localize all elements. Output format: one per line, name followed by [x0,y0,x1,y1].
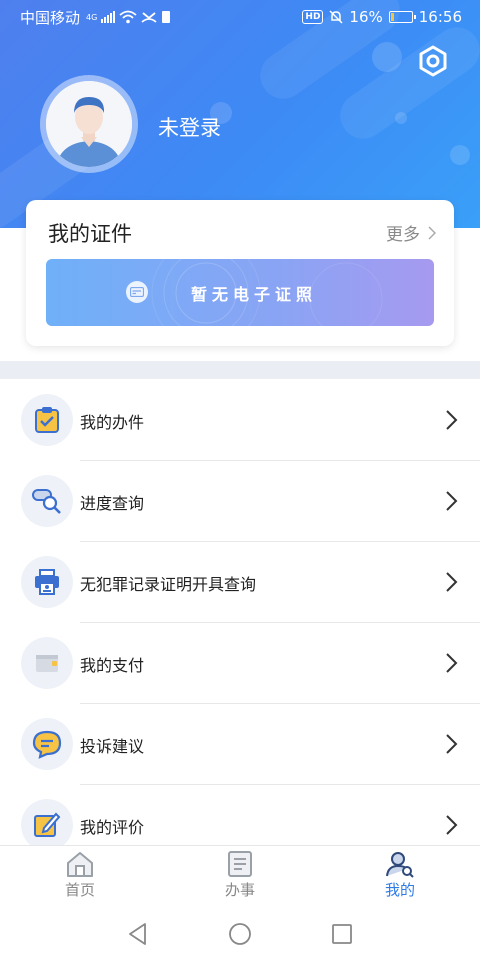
bottom-navigation: 首页 办事 我的 [0,845,480,909]
menu-item-my-cases[interactable]: 我的办件 [0,380,480,461]
chevron-right-icon [446,410,458,430]
chat-bubble-icon [21,718,73,770]
user-avatar-icon [46,81,132,167]
menu-item-label: 我的评价 [80,818,145,837]
decor-bubble [450,145,470,165]
chevron-right-icon [446,734,458,754]
recent-apps-icon[interactable] [329,921,355,947]
settings-button[interactable] [414,42,452,80]
chevron-right-icon [428,225,436,240]
signal-icon [101,11,116,23]
home-circle-icon[interactable] [227,921,253,947]
sim-card-icon [162,11,171,23]
wifi-icon [119,10,137,24]
home-icon [67,852,93,877]
certificates-more-link[interactable]: 更多 [386,220,436,245]
decor-bubble [395,112,407,124]
back-icon[interactable] [125,921,151,947]
section-divider [0,361,480,379]
tab-label: 首页 [64,881,95,899]
menu-item-label: 我的支付 [80,656,145,675]
tab-mine[interactable]: 我的 [320,846,480,909]
tab-services[interactable]: 办事 [160,846,320,909]
more-label: 更多 [386,225,420,245]
menu-item-complaints[interactable]: 投诉建议 [0,704,480,785]
decor-bubble [372,42,402,72]
no-certificate-banner[interactable]: 暂无电子证照 [46,259,434,326]
wallet-icon [21,637,73,689]
carrier-name: 中国移动 [20,8,81,27]
menu-item-label: 进度查询 [80,494,145,513]
id-card-icon [126,281,148,303]
tab-home[interactable]: 首页 [0,846,160,909]
avatar-image [46,81,132,167]
search-progress-icon [21,475,73,527]
missed-call-icon [141,12,157,23]
battery-percent: 16% [349,8,383,26]
chevron-right-icon [446,815,458,835]
clipboard-check-icon [21,394,73,446]
tab-label: 我的 [384,881,415,899]
system-navigation-bar [0,909,480,960]
service-menu-list: 我的办件 进度查询 无犯罪记录证明开具查询 我的支付 投诉建议 我的评价 [0,380,480,866]
chevron-right-icon [446,572,458,592]
my-certificates-card: 我的证件 更多 暂无电子证照 [26,200,454,346]
battery-icon [388,11,416,23]
chevron-right-icon [446,653,458,673]
document-icon [228,851,252,877]
edit-icon [21,799,73,851]
clock: 16:56 [418,8,462,26]
chevron-right-icon [446,491,458,511]
network-type: 4G [86,12,98,22]
menu-item-my-payments[interactable]: 我的支付 [0,623,480,704]
avatar[interactable] [40,75,138,173]
printer-icon [21,556,73,608]
menu-item-criminal-record[interactable]: 无犯罪记录证明开具查询 [0,542,480,623]
user-search-icon [386,852,414,878]
menu-item-progress-query[interactable]: 进度查询 [0,461,480,542]
login-prompt[interactable]: 未登录 [158,112,221,142]
menu-item-label: 投诉建议 [80,737,145,756]
status-bar: 中国移动 4G HD 16% 16:56 [0,0,480,34]
hd-voice-icon: HD [302,10,324,24]
mute-bell-icon [329,10,343,24]
no-certificate-label: 暂无电子证照 [191,285,318,304]
menu-item-label: 无犯罪记录证明开具查询 [80,575,257,594]
gear-icon [419,45,447,77]
certificates-title: 我的证件 [48,222,132,246]
menu-item-label: 我的办件 [80,413,145,432]
tab-label: 办事 [224,881,255,899]
